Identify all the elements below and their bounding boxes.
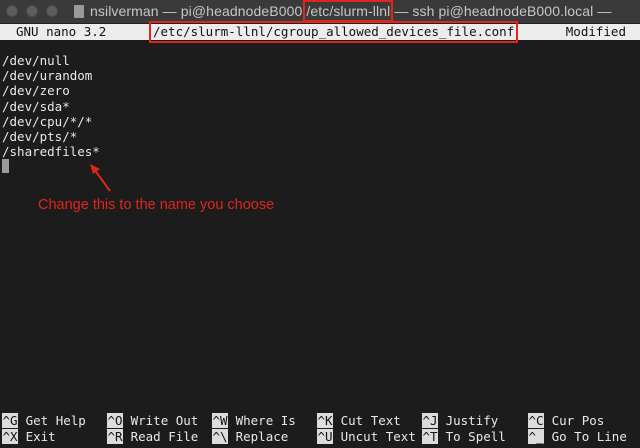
shortcut-label: Go To Line <box>551 429 627 444</box>
shortcut-label: Replace <box>235 429 289 444</box>
shortcut-uncut-text[interactable]: ^U Uncut Text <box>317 429 416 444</box>
editor-line[interactable]: /sharedfiles* <box>2 144 100 159</box>
nano-version: GNU nano 3.2 <box>16 24 107 39</box>
editor-line[interactable]: /dev/urandom <box>2 68 100 83</box>
editor-line[interactable]: /dev/null <box>2 53 100 68</box>
window-title: nsilverman — pi@headnodeB000 /etc/slurm-… <box>90 0 612 22</box>
shortcut-where-is[interactable]: ^W Where Is <box>212 413 296 428</box>
title-ssh-command: — ssh pi@headnodeB000.local — <box>390 3 612 19</box>
title-directory: /etc/slurm-llnl <box>303 0 394 22</box>
shortcut-label: To Spell <box>445 429 506 444</box>
shortcut-label: Uncut Text <box>340 429 416 444</box>
folder-icon <box>74 5 84 18</box>
shortcut-key: ^G <box>2 413 19 428</box>
editor-line[interactable]: /dev/cpu/*/* <box>2 114 100 129</box>
shortcut-read-file[interactable]: ^R Read File <box>107 429 198 444</box>
editor-text-area[interactable]: /dev/null /dev/urandom /dev/zero /dev/sd… <box>2 53 100 175</box>
shortcut-key: ^O <box>107 413 124 428</box>
editor-line[interactable]: /dev/sda* <box>2 99 100 114</box>
editor-line[interactable]: /dev/pts/* <box>2 129 100 144</box>
editor-line[interactable]: /dev/zero <box>2 83 100 98</box>
shortcut-key: ^U <box>317 429 334 444</box>
close-window-button[interactable] <box>6 5 18 17</box>
shortcut-replace[interactable]: ^\ Replace <box>212 429 288 444</box>
shortcut-key: ^J <box>422 413 439 428</box>
shortcut-go-to-line[interactable]: ^_ Go To Line <box>528 429 627 444</box>
shortcut-key: ^\ <box>212 429 229 444</box>
title-user-host: nsilverman — pi@headnodeB000 <box>90 3 307 19</box>
shortcut-label: Exit <box>25 429 56 444</box>
nano-filename: /etc/slurm-llnl/cgroup_allowed_devices_f… <box>148 21 519 43</box>
shortcut-exit[interactable]: ^X Exit <box>2 429 56 444</box>
shortcut-key: ^K <box>317 413 334 428</box>
nano-modified-status: Modified <box>565 24 626 39</box>
shortcut-get-help[interactable]: ^G Get Help <box>2 413 86 428</box>
text-cursor <box>2 159 9 174</box>
shortcut-label: Cur Pos <box>551 413 605 428</box>
shortcut-label: Cut Text <box>340 413 401 428</box>
shortcut-cur-pos[interactable]: ^C Cur Pos <box>528 413 604 428</box>
shortcut-to-spell[interactable]: ^T To Spell <box>422 429 506 444</box>
shortcut-justify[interactable]: ^J Justify <box>422 413 498 428</box>
shortcut-label: Where Is <box>235 413 296 428</box>
window-controls <box>6 5 58 17</box>
nano-header-bar: GNU nano 3.2 /etc/slurm-llnl/cgroup_allo… <box>0 21 640 43</box>
minimize-window-button[interactable] <box>26 5 38 17</box>
shortcut-key: ^X <box>2 429 19 444</box>
shortcut-write-out[interactable]: ^O Write Out <box>107 413 198 428</box>
shortcut-label: Write Out <box>130 413 199 428</box>
shortcut-label: Justify <box>445 413 499 428</box>
annotation-text: Change this to the name you choose <box>38 197 275 213</box>
shortcut-key: ^W <box>212 413 229 428</box>
shortcut-key: ^_ <box>528 429 545 444</box>
shortcut-label: Get Help <box>25 413 86 428</box>
shortcut-bar: ^G Get Help ^O Write Out ^W Where Is ^K … <box>0 413 640 445</box>
shortcut-key: ^R <box>107 429 124 444</box>
annotation-arrow-icon <box>90 164 111 192</box>
shortcut-key: ^T <box>422 429 439 444</box>
shortcut-label: Read File <box>130 429 199 444</box>
shortcut-cut-text[interactable]: ^K Cut Text <box>317 413 401 428</box>
window-titlebar: nsilverman — pi@headnodeB000 /etc/slurm-… <box>0 0 640 24</box>
zoom-window-button[interactable] <box>46 5 58 17</box>
shortcut-key: ^C <box>528 413 545 428</box>
